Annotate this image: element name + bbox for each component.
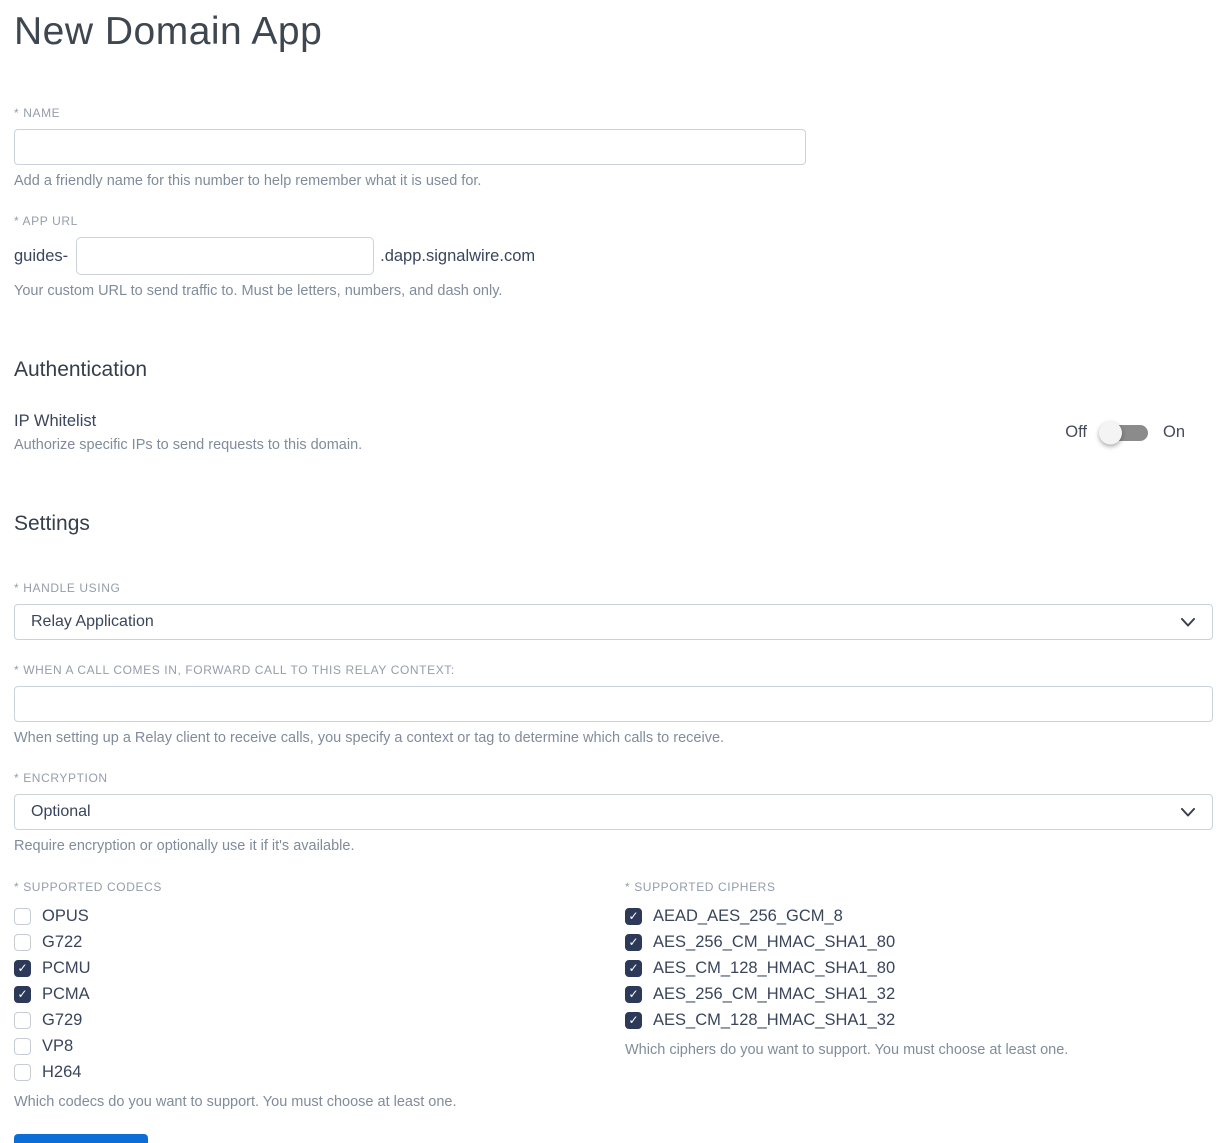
checkbox-checked-icon[interactable]: ✓: [14, 959, 31, 977]
toggle-off-label: Off: [1065, 423, 1087, 441]
checkbox-label: H264: [42, 1062, 82, 1081]
ip-whitelist-help-text: Authorize specific IPs to send requests …: [14, 437, 363, 453]
checkbox-unchecked-icon[interactable]: [14, 1037, 31, 1055]
name-label: * NAME: [14, 106, 61, 120]
checkbox-label: VP8: [42, 1036, 74, 1055]
app-url-label: * APP URL: [14, 214, 78, 228]
encryption-group: * ENCRYPTION Optional Require encryption…: [14, 771, 1213, 856]
checkbox-unchecked-icon[interactable]: [14, 907, 31, 925]
checkbox-label: AEAD_AES_256_GCM_8: [653, 906, 843, 925]
ip-whitelist-row: IP Whitelist Authorize specific IPs to s…: [14, 410, 1213, 455]
supported-codecs-label: * SUPPORTED CODECS: [14, 880, 162, 894]
checkbox-checked-icon[interactable]: ✓: [14, 985, 31, 1003]
checkbox-label: OPUS: [42, 906, 89, 925]
supported-ciphers-group: * SUPPORTED CIPHERS ✓ AEAD_AES_256_GCM_8 ✓…: [625, 880, 1213, 1112]
checkbox-label: PCMA: [42, 984, 90, 1003]
name-input[interactable]: [14, 129, 806, 165]
checkbox-option-vp8[interactable]: VP8: [14, 1033, 625, 1059]
supported-codecs-group: * SUPPORTED CODECS OPUS G722 ✓ PCMU ✓ PCMA G72…: [14, 880, 625, 1112]
checkbox-option-h264[interactable]: H264: [14, 1059, 625, 1085]
ciphers-help-text: Which ciphers do you want to support. Yo…: [625, 1042, 1069, 1058]
app-url-prefix: guides-: [14, 246, 69, 265]
checkbox-unchecked-icon[interactable]: [14, 933, 31, 951]
handle-using-label: * HANDLE USING: [14, 581, 121, 595]
supported-ciphers-label: * SUPPORTED CIPHERS: [625, 880, 776, 894]
app-url-help-text: Your custom URL to send traffic to. Must…: [14, 283, 503, 299]
checkbox-label: G729: [42, 1010, 83, 1029]
encryption-select[interactable]: Optional: [14, 794, 1213, 830]
encryption-label: * ENCRYPTION: [14, 771, 108, 785]
codecs-checkbox-list: OPUS G722 ✓ PCMU ✓ PCMA G729 VP8 H264: [14, 903, 625, 1085]
app-url-input[interactable]: [76, 237, 375, 275]
checkbox-checked-icon[interactable]: ✓: [625, 907, 642, 925]
name-field-group: * NAME Add a friendly name for this numb…: [14, 106, 1213, 191]
checkbox-option-opus[interactable]: OPUS: [14, 903, 625, 929]
ciphers-checkbox-list: ✓ AEAD_AES_256_GCM_8 ✓ AES_256_CM_HMAC_SHA1…: [625, 903, 1213, 1033]
checkbox-label: AES_CM_128_HMAC_SHA1_80: [653, 958, 896, 977]
toggle-on-label: On: [1162, 423, 1185, 441]
settings-heading: Settings: [14, 512, 90, 535]
checkbox-option-pcma[interactable]: ✓ PCMA: [14, 981, 625, 1007]
settings-section: Settings * HANDLE USING Relay Applicatio…: [14, 511, 1213, 1143]
relay-context-input[interactable]: [14, 686, 1213, 722]
relay-context-help-text: When setting up a Relay client to receiv…: [14, 730, 725, 746]
relay-context-group: * WHEN A CALL COMES IN, FORWARD CALL TO …: [14, 663, 1213, 748]
toggle-knob[interactable]: [1098, 421, 1122, 444]
checkbox-label: PCMU: [42, 958, 91, 977]
checkbox-checked-icon[interactable]: ✓: [625, 959, 642, 977]
new-domain-app-form: New Domain App * NAME Add a friendly nam…: [0, 0, 1230, 1143]
checkbox-option-aes-256-cm-hmac-sha1-80[interactable]: ✓ AES_256_CM_HMAC_SHA1_80: [625, 929, 1213, 955]
checkbox-option-aes-256-cm-hmac-sha1-32[interactable]: ✓ AES_256_CM_HMAC_SHA1_32: [625, 981, 1213, 1007]
checkbox-option-g722[interactable]: G722: [14, 929, 625, 955]
checkbox-label: G722: [42, 932, 83, 951]
ip-whitelist-toggle[interactable]: [1098, 421, 1148, 444]
checkbox-option-aes-cm-128-hmac-sha1-80[interactable]: ✓ AES_CM_128_HMAC_SHA1_80: [625, 955, 1213, 981]
app-url-field-group: * APP URL guides- .dapp.signalwire.com Y…: [14, 214, 1213, 301]
checkbox-label: AES_256_CM_HMAC_SHA1_32: [653, 984, 896, 1003]
handle-using-value: Relay Application: [31, 613, 154, 630]
name-help-text: Add a friendly name for this number to h…: [14, 173, 482, 189]
app-url-row: guides- .dapp.signalwire.com: [14, 237, 1213, 275]
checkbox-unchecked-icon[interactable]: [14, 1011, 31, 1029]
chevron-down-icon: [1180, 614, 1196, 630]
ip-whitelist-text: IP Whitelist Authorize specific IPs to s…: [14, 410, 362, 455]
handle-using-select[interactable]: Relay Application: [14, 604, 1213, 640]
checkbox-unchecked-icon[interactable]: [14, 1063, 31, 1081]
app-url-suffix: .dapp.signalwire.com: [380, 246, 536, 265]
checkbox-option-aead-aes-256-gcm-8[interactable]: ✓ AEAD_AES_256_GCM_8: [625, 903, 1213, 929]
authentication-heading: Authentication: [14, 358, 148, 381]
checkbox-option-pcmu[interactable]: ✓ PCMU: [14, 955, 625, 981]
checkbox-option-aes-cm-128-hmac-sha1-32[interactable]: ✓ AES_CM_128_HMAC_SHA1_32: [625, 1007, 1213, 1033]
relay-context-label: * WHEN A CALL COMES IN, FORWARD CALL TO …: [14, 663, 455, 677]
checkbox-checked-icon[interactable]: ✓: [625, 985, 642, 1003]
encryption-help-text: Require encryption or optionally use it …: [14, 838, 355, 854]
authentication-section: Authentication IP Whitelist Authorize sp…: [14, 357, 1213, 455]
codecs-help-text: Which codecs do you want to support. You…: [14, 1094, 457, 1110]
checkbox-option-g729[interactable]: G729: [14, 1007, 625, 1033]
page-title: New Domain App: [14, 10, 323, 53]
save-button[interactable]: Save: [14, 1134, 148, 1143]
chevron-down-icon: [1180, 804, 1196, 820]
checkbox-label: AES_CM_128_HMAC_SHA1_32: [653, 1010, 896, 1029]
ip-whitelist-toggle-group: Off On: [1065, 421, 1213, 444]
codecs-ciphers-columns: * SUPPORTED CODECS OPUS G722 ✓ PCMU ✓ PCMA G72…: [14, 880, 1213, 1112]
ip-whitelist-label: IP Whitelist: [14, 412, 97, 430]
handle-using-group: * HANDLE USING Relay Application: [14, 581, 1213, 640]
checkbox-label: AES_256_CM_HMAC_SHA1_80: [653, 932, 896, 951]
checkbox-checked-icon[interactable]: ✓: [625, 933, 642, 951]
checkbox-checked-icon[interactable]: ✓: [625, 1011, 642, 1029]
encryption-value: Optional: [31, 803, 91, 820]
